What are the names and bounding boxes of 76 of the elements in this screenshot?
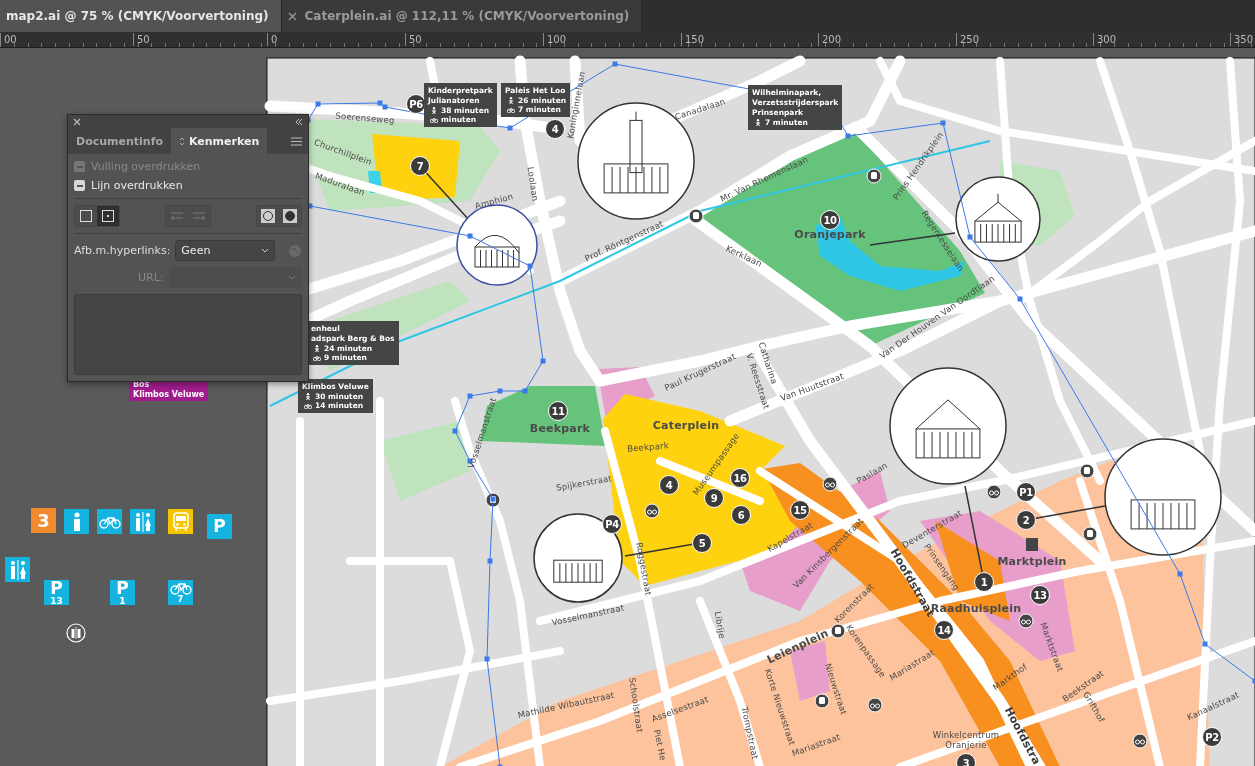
street-label: Soerenseweg [335,110,395,126]
ruler-number: 150 [681,33,705,46]
document-tab[interactable]: map2.ai @ 75 % (CMYK/Voorvertoning) [0,0,282,32]
bicycle-icon [304,402,312,409]
bus-icon [830,623,846,639]
ruler-number: 300 [1093,33,1117,46]
menu-icon [291,136,302,146]
bicycle-icon [98,514,121,529]
place-label: Marktplein [997,557,1067,567]
walking-icon [430,107,438,114]
image-map-rect-button[interactable] [97,206,119,226]
tag-text: Klimbos Veluwe [133,390,205,400]
close-icon [73,117,81,126]
place-label: Caterplein [652,421,720,431]
circle-button[interactable] [257,206,279,226]
bicycle-icon [507,106,515,113]
arrow-icon [170,211,184,221]
field-label: Afb.m.hyperlinks: [74,244,171,257]
ruler-number: 50 [405,33,422,46]
parking-letter: P [116,579,129,597]
ruler-number: 00 [0,33,17,46]
ruler-number: 200 [818,33,842,46]
circle-icon [261,209,275,223]
street-label: Librije [712,610,728,640]
ruler-number: 350 [1230,33,1254,46]
bicycle-icon [313,354,321,361]
route-number-sign: 3 [31,508,56,533]
sign-number: 7 [177,595,184,604]
bicycle-icon [1018,613,1034,629]
ruler-number: 50 [133,33,150,46]
circle-icon [283,209,297,223]
street-label: Loolaan [525,166,541,202]
ruler-number: 250 [956,33,980,46]
bicycle-icon [644,503,660,519]
walking-icon [754,119,762,126]
panel-tab[interactable]: Documentinfo [68,128,171,154]
caret-icon [261,248,269,253]
bus-icon [866,168,882,184]
water-area [368,171,382,193]
bicycle-icon [1132,733,1148,749]
document-tab[interactable]: Caterplein.ai @ 112,11 % (CMYK/Voorvertoning) [281,0,643,32]
hyperlinks-dropdown[interactable]: Geen [175,240,275,261]
info-icon [71,511,82,532]
bicycle-icon [822,476,838,492]
bicycle-icon [986,484,1002,500]
walking-icon [507,97,515,104]
street-label: Beekpark [626,440,670,454]
walking-icon [304,393,312,400]
image-map-none-button[interactable] [75,206,97,226]
sign-number: 1 [119,596,126,606]
overprint-checkbox[interactable]: Lijn overdrukken [74,179,302,192]
close-icon [287,11,297,21]
place-label: Beekpark [529,424,591,434]
parking-letter: P [50,579,63,597]
street-label: Winkelcentrum [932,730,1000,740]
parking-letter: P [213,518,226,535]
square-icon [80,210,92,222]
bicycle-icon [867,697,883,713]
ruler-number: 0 [267,33,278,46]
bus-icon [1082,526,1098,542]
ruler-number: 100 [543,33,567,46]
panel-tab[interactable]: Kenmerken [171,128,268,154]
collapse-icon [295,117,303,126]
filled-circle-button[interactable] [279,206,301,226]
caret-icon [288,275,296,280]
bicycle-icon [169,581,192,595]
walking-icon [313,345,321,352]
sort-arrows-icon [179,136,185,146]
bicycle-icon [430,116,438,123]
arrow-icon [192,211,206,221]
notes-field[interactable] [74,294,302,375]
street-label: Piet He [651,728,669,762]
street-label: Schoolstraat [627,676,645,734]
street-label: Oranjerie [945,740,987,750]
sign-number: 13 [50,596,63,606]
toilets-icon [66,623,86,643]
